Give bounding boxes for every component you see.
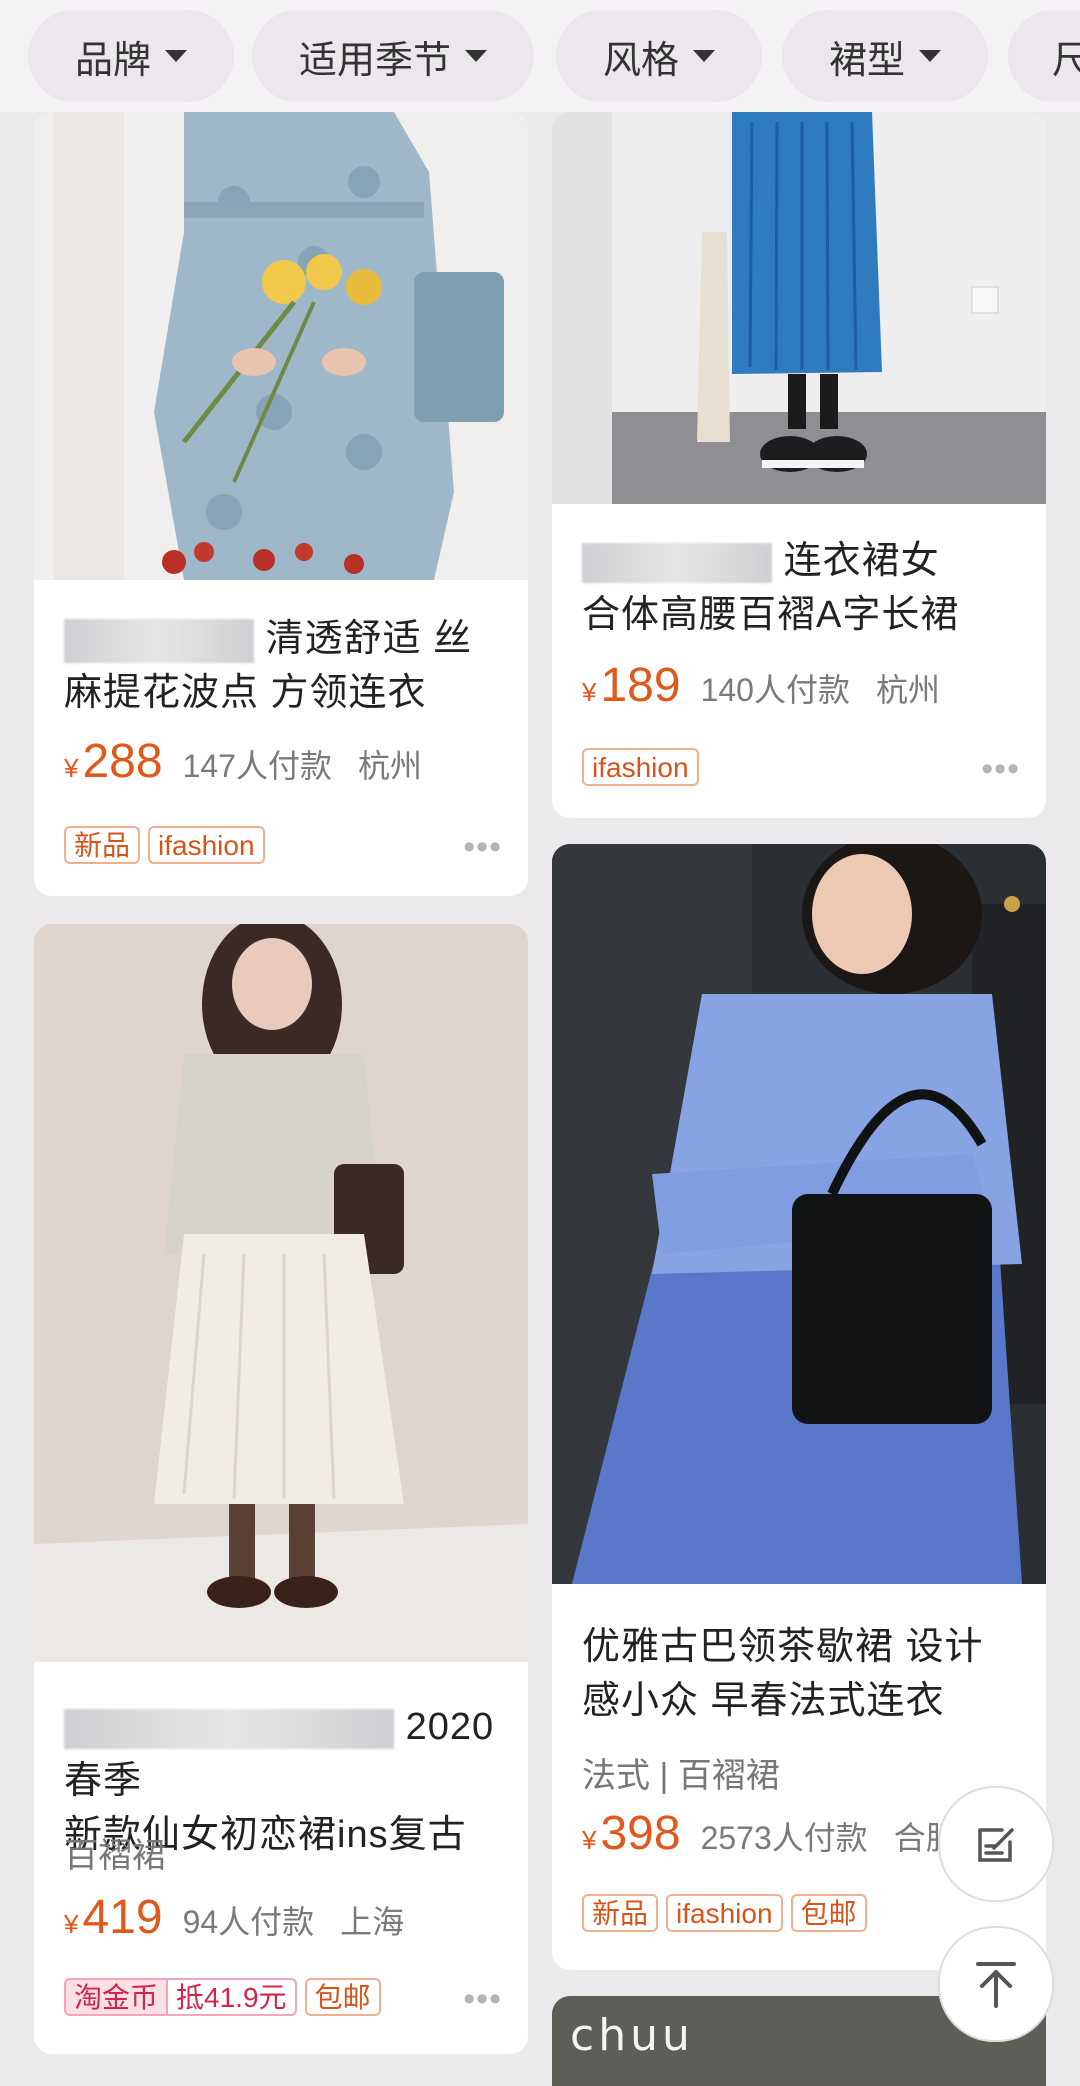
tag-ifashion: ifashion	[582, 748, 699, 786]
price: 189	[600, 659, 681, 712]
tag-ifashion: ifashion	[666, 1894, 783, 1932]
filter-season-label: 适用季节	[298, 39, 451, 82]
currency-symbol: ¥	[582, 1825, 597, 1855]
product-title: 连衣裙女 合体高腰百褶A字长裙	[582, 534, 1022, 642]
product-card[interactable]: 清透舒适 丝麻提花波点 方领连衣 ¥ 288 147人付款 杭州 新品 ifas…	[34, 112, 528, 896]
location: 杭州	[875, 672, 940, 708]
arrow-up-icon	[976, 1962, 1016, 2008]
product-image[interactable]	[552, 112, 1046, 504]
more-options-icon[interactable]: •••	[463, 828, 502, 867]
sales-count: 147人付款	[182, 748, 332, 784]
sales-count: 140人付款	[700, 672, 850, 708]
filter-size[interactable]: 尺	[1008, 10, 1080, 102]
price: 288	[82, 735, 163, 788]
product-title-text: 连衣裙女	[783, 540, 940, 582]
tag-list: ifashion	[582, 748, 699, 786]
product-card[interactable]: 连衣裙女 合体高腰百褶A字长裙 ¥ 189 140人付款 杭州 ifashion…	[552, 112, 1046, 818]
filter-brand[interactable]: 品牌	[28, 10, 234, 102]
product-image[interactable]	[34, 924, 528, 1662]
price-row: ¥ 398 2573人付款 合肥	[582, 1806, 958, 1861]
filter-brand-label: 品牌	[74, 39, 151, 82]
sales-count: 94人付款	[182, 1904, 315, 1940]
filter-skirt-type-label: 裙型	[828, 39, 905, 82]
product-subtitle: 法式 | 百褶裙	[582, 1757, 780, 1795]
tag-ifashion: ifashion	[148, 826, 265, 864]
tag-coin: 淘金币	[64, 1978, 169, 2016]
caret-down-icon	[465, 50, 487, 62]
tag-free-shipping: 包邮	[790, 1894, 867, 1932]
more-options-icon[interactable]: •••	[463, 1980, 502, 2019]
product-title-line: 2020春季	[64, 1700, 504, 1808]
tag-free-shipping: 包邮	[304, 1978, 381, 2016]
product-title-line: 连衣裙女	[582, 534, 1022, 588]
tag-coin-value: 抵41.9元	[168, 1978, 297, 2016]
filter-bar: 品牌 适用季节 风格 裙型 尺	[0, 0, 1080, 112]
caret-down-icon	[693, 50, 715, 62]
currency-symbol: ¥	[64, 1909, 79, 1939]
product-subtitle: 百褶裙	[64, 1837, 166, 1875]
price-row: ¥ 288 147人付款 杭州	[64, 734, 422, 789]
price-row: ¥ 419 94人付款 上海	[64, 1890, 404, 1945]
caret-down-icon	[919, 50, 941, 62]
edit-icon	[978, 1828, 1014, 1862]
back-to-top-button[interactable]	[938, 1926, 1054, 2042]
location: 上海	[340, 1904, 405, 1940]
blurred-text	[64, 618, 254, 663]
product-title-text: 合体高腰百褶A字长裙	[582, 594, 960, 636]
currency-symbol: ¥	[582, 677, 597, 707]
product-card[interactable]: 2020春季 新款仙女初恋裙ins复古 百褶裙 ¥ 419 94人付款 上海 淘…	[34, 924, 528, 2054]
price: 398	[600, 1807, 681, 1860]
tag-new: 新品	[582, 1894, 659, 1932]
price-row: ¥ 189 140人付款 杭州	[582, 658, 940, 713]
blurred-text	[64, 1708, 394, 1749]
product-image[interactable]	[552, 844, 1046, 1584]
filter-style-label: 风格	[602, 39, 679, 82]
caret-down-icon	[165, 50, 187, 62]
filter-style[interactable]: 风格	[556, 10, 762, 102]
product-title: 清透舒适 丝麻提花波点 方领连衣	[64, 612, 504, 720]
location: 杭州	[357, 748, 422, 784]
edit-button[interactable]	[938, 1786, 1054, 1902]
blurred-text	[582, 542, 772, 583]
product-image[interactable]	[34, 112, 528, 580]
product-title: 优雅古巴领茶歇裙 设计感小众 早春法式连衣	[582, 1626, 984, 1722]
tag-list: 淘金币 抵41.9元 包邮	[64, 1978, 381, 2016]
filter-season[interactable]: 适用季节	[252, 10, 534, 102]
tag-list: 新品 ifashion 包邮	[582, 1894, 867, 1932]
price: 419	[82, 1891, 163, 1944]
tag-list: 新品 ifashion	[64, 826, 265, 864]
filter-size-label: 尺	[1052, 39, 1080, 82]
filter-skirt-type[interactable]: 裙型	[782, 10, 988, 102]
currency-symbol: ¥	[64, 753, 79, 783]
sales-count: 2573人付款	[700, 1820, 868, 1856]
tag-new: 新品	[64, 826, 141, 864]
more-options-icon[interactable]: •••	[981, 750, 1020, 789]
brand-logo: chuu	[570, 2010, 694, 2061]
